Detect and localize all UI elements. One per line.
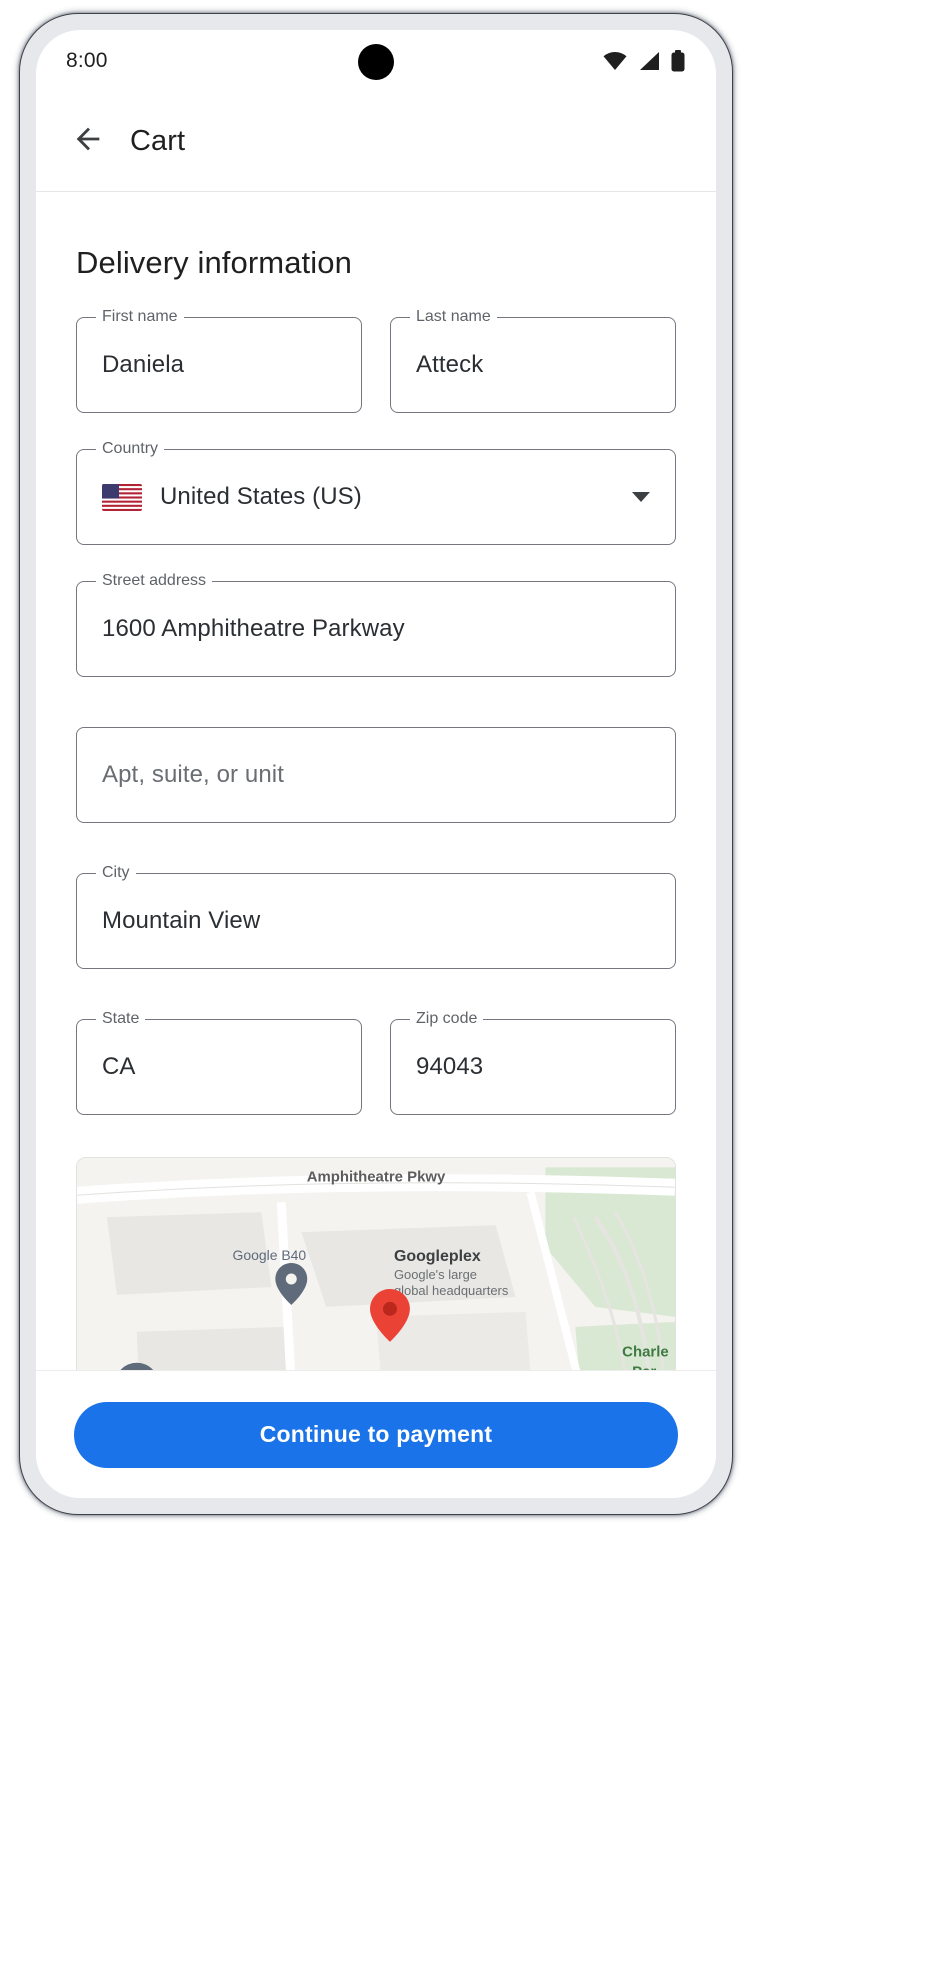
street-address-field[interactable]: Street address 1600 Amphitheatre Parkway [76, 571, 676, 677]
phone-screen: 8:00 Cart Delivery information First nam… [36, 30, 716, 1498]
zip-code-value: 94043 [416, 1053, 484, 1080]
status-time: 8:00 [66, 49, 108, 72]
bottom-action-bar: Continue to payment [36, 1370, 716, 1498]
status-bar: 8:00 [36, 30, 716, 92]
delivery-form: First name Daniela Last name Atteck Coun… [36, 281, 716, 1115]
apt-suite-placeholder: Apt, suite, or unit [102, 761, 284, 788]
first-name-value: Daniela [102, 351, 185, 378]
status-icons [602, 50, 686, 72]
country-select[interactable]: Country United States (US) [76, 439, 676, 545]
first-name-label: First name [96, 307, 184, 327]
delivery-form-scroll[interactable]: Delivery information First name Daniela … [36, 193, 716, 1398]
map-preview[interactable]: Amphitheatre Pkwy Google B40 Googleplex … [76, 1157, 676, 1387]
country-label: Country [96, 439, 165, 459]
country-value-wrap: United States (US) [102, 483, 362, 511]
map-poi-googleplex-sub2: global headquarters [394, 1283, 508, 1298]
cellular-signal-icon [637, 51, 661, 71]
state-value: CA [102, 1053, 136, 1080]
arrow-back-icon [71, 122, 105, 161]
back-button[interactable] [66, 120, 110, 164]
state-field[interactable]: State CA [76, 1009, 362, 1115]
us-flag-icon [102, 483, 142, 511]
page-title: Cart [130, 125, 186, 157]
section-title: Delivery information [76, 245, 352, 280]
chevron-down-icon[interactable] [632, 492, 650, 502]
map-canvas: Amphitheatre Pkwy Google B40 Googleplex … [77, 1158, 675, 1386]
last-name-field[interactable]: Last name Atteck [390, 307, 676, 413]
last-name-label: Last name [410, 307, 497, 327]
apt-suite-field[interactable]: Apt, suite, or unit [76, 727, 676, 823]
name-row: First name Daniela Last name Atteck [76, 281, 676, 413]
first-name-field[interactable]: First name Daniela [76, 307, 362, 413]
zip-code-field[interactable]: Zip code 94043 [390, 1009, 676, 1115]
zip-code-label: Zip code [410, 1009, 484, 1029]
map-poi-googleplex: Googleplex [394, 1248, 481, 1265]
front-camera-punch-hole [358, 44, 394, 80]
state-zip-row: State CA Zip code 94043 [76, 969, 676, 1115]
street-address-value: 1600 Amphitheatre Parkway [102, 615, 405, 642]
state-label: State [96, 1009, 146, 1029]
city-field[interactable]: City Mountain View [76, 863, 676, 969]
battery-icon [670, 50, 686, 72]
city-value: Mountain View [102, 907, 261, 934]
map-poi-b40: Google B40 [233, 1247, 307, 1263]
map-street-label: Amphitheatre Pkwy [307, 1168, 446, 1185]
map-poi-googleplex-sub1: Google's large [394, 1267, 477, 1282]
country-value: United States (US) [160, 483, 362, 510]
wifi-icon [602, 51, 628, 71]
continue-to-payment-button[interactable]: Continue to payment [74, 1401, 678, 1468]
app-bar: Cart [36, 92, 716, 192]
city-label: City [96, 863, 136, 883]
map-poi-charleston-1: Charle [622, 1344, 668, 1361]
last-name-value: Atteck [416, 351, 484, 378]
street-address-label: Street address [96, 571, 213, 591]
